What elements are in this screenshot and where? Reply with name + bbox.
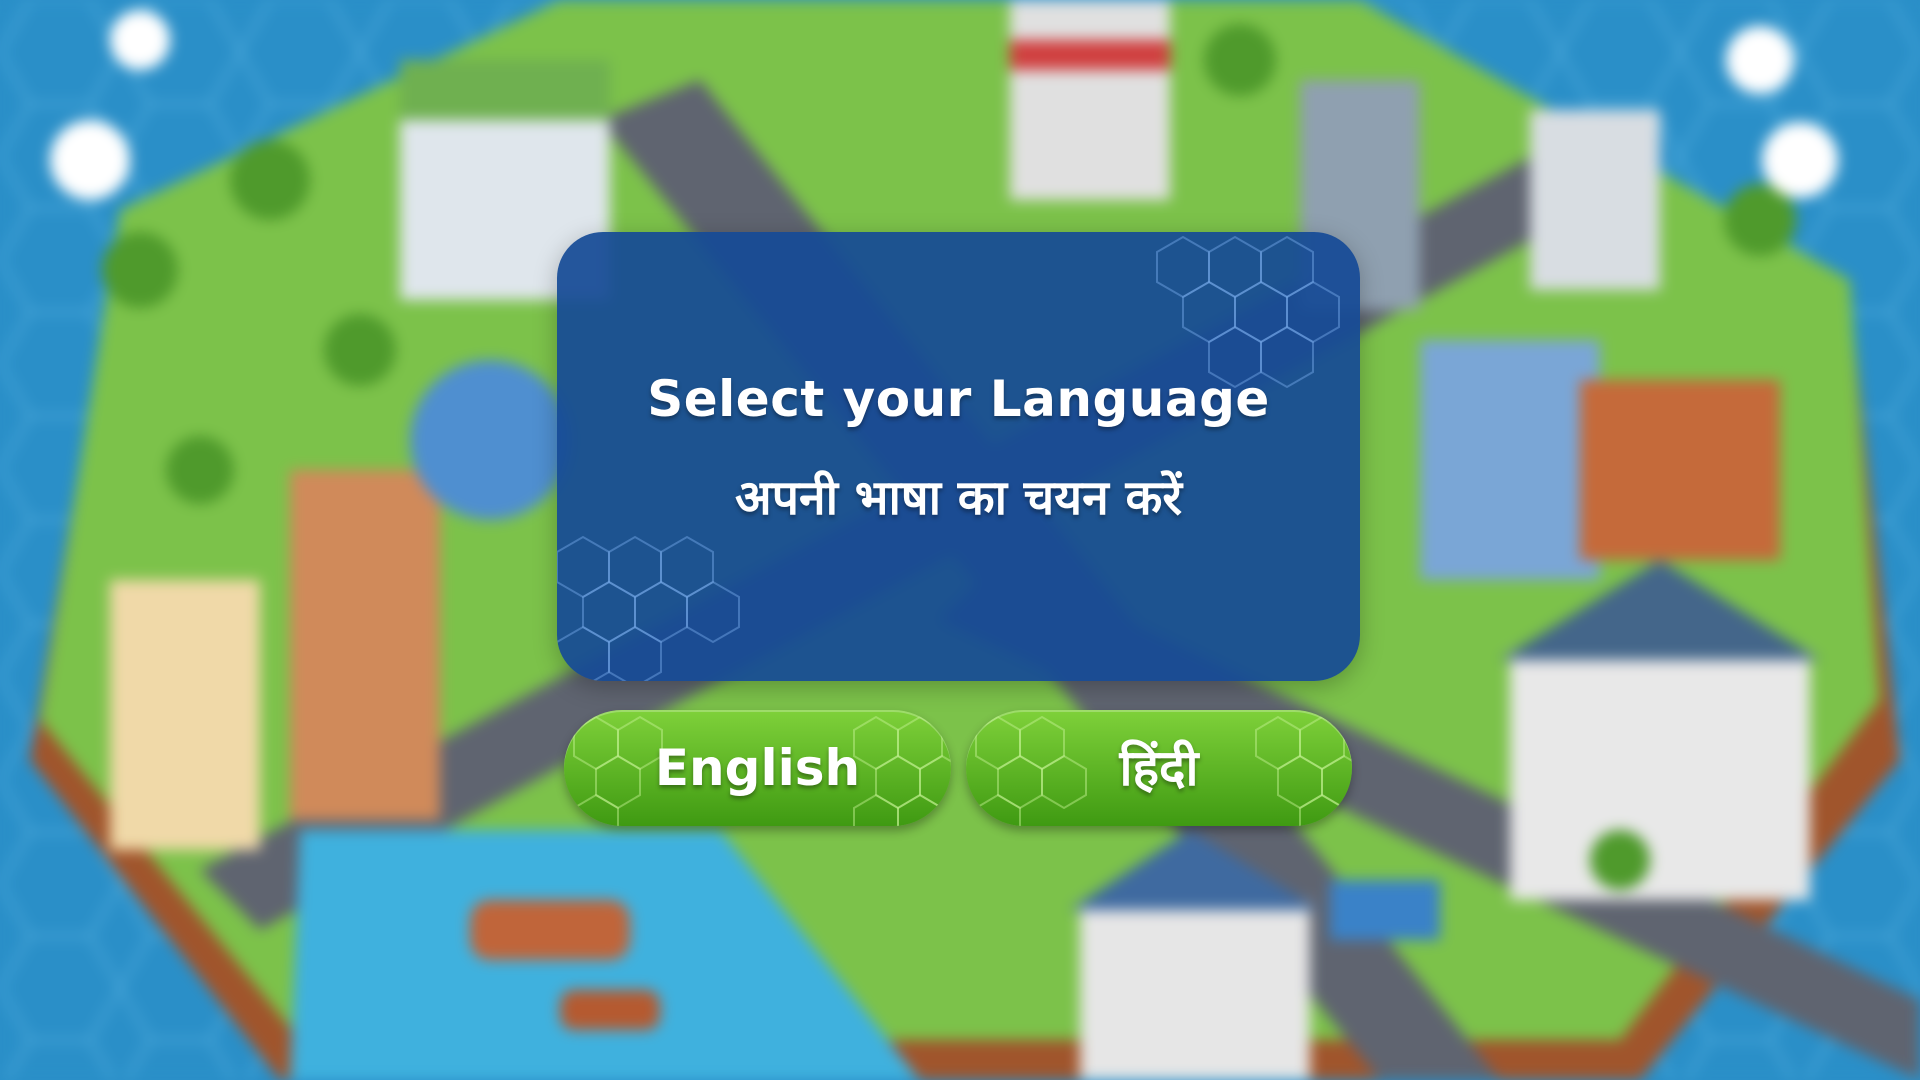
hindi-button[interactable]: हिंदी: [966, 710, 1352, 826]
dialog-subtitle-hindi: अपनी भाषा का चयन करें: [735, 470, 1182, 526]
hexagon-pattern-decoration: [557, 235, 1340, 681]
english-button-label: English: [654, 739, 861, 797]
english-button[interactable]: English: [564, 710, 951, 826]
language-dialog: Select your Language अपनी भाषा का चयन कर…: [557, 232, 1360, 681]
hindi-button-label: हिंदी: [1119, 739, 1199, 797]
dialog-title: Select your Language: [647, 370, 1270, 428]
